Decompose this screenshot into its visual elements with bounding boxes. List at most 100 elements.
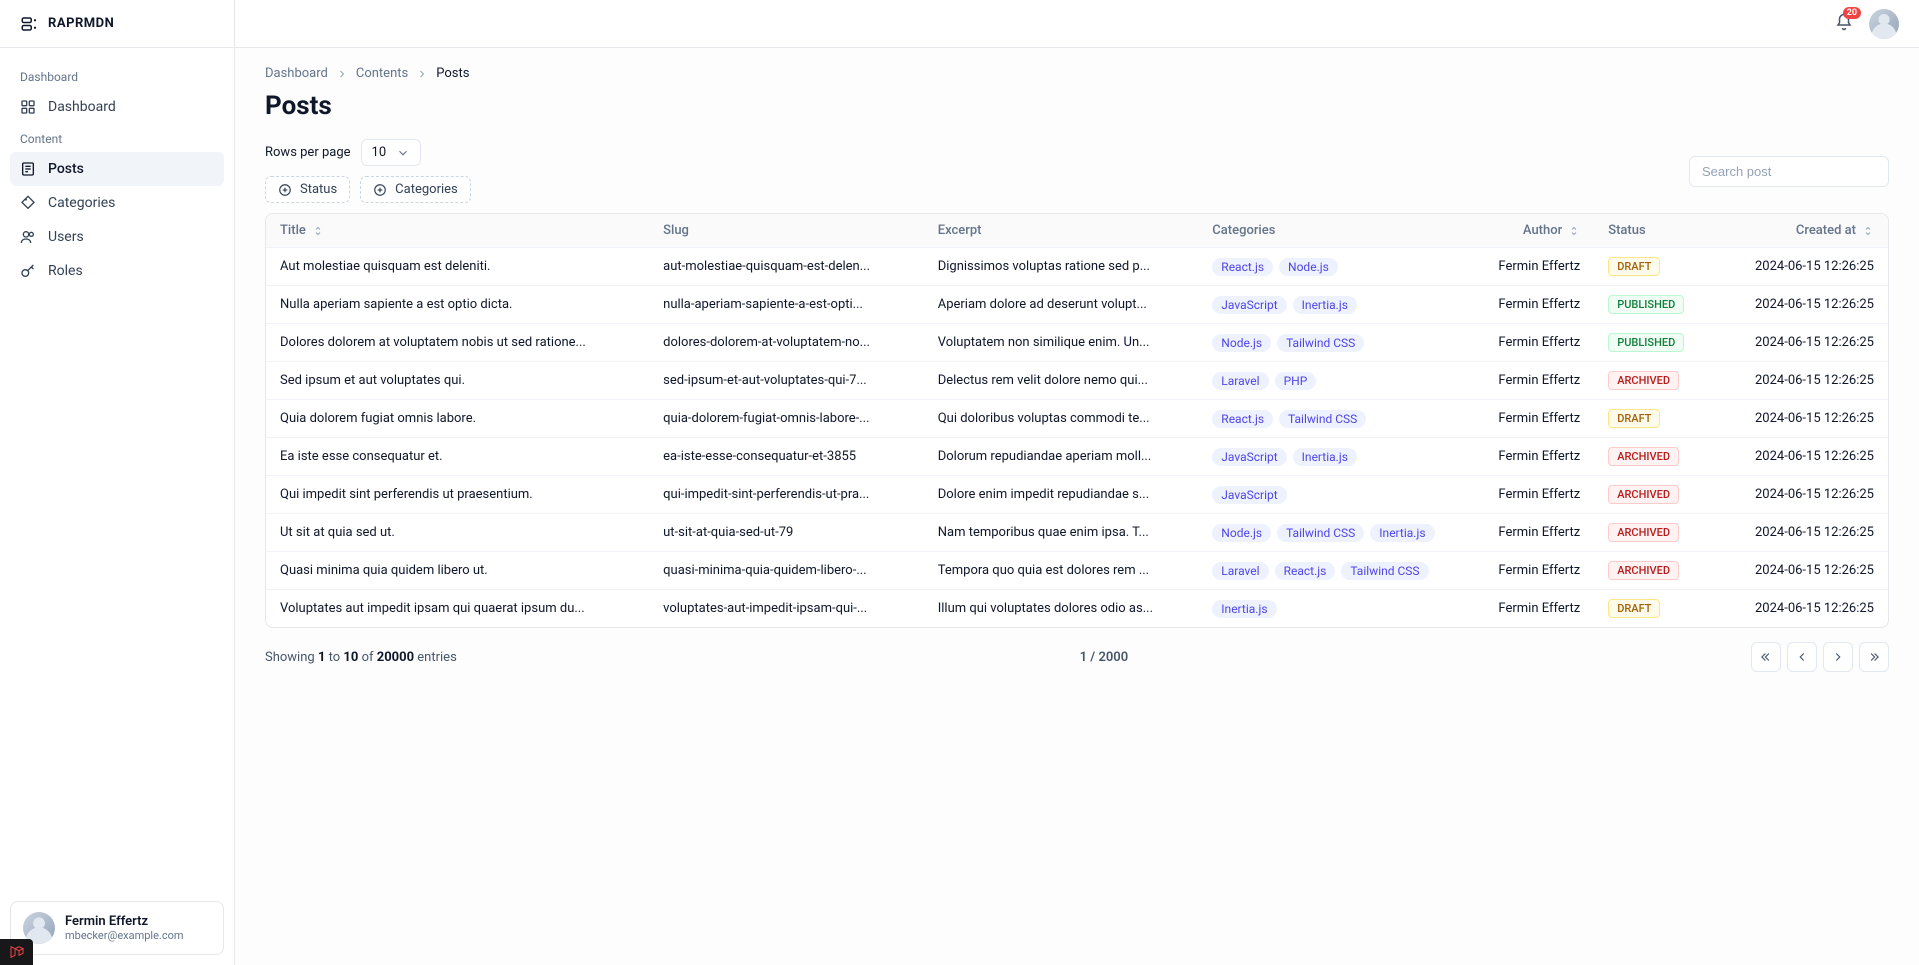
rows-select[interactable]: 10 [361,139,422,166]
cell-author: Fermin Effertz [1479,400,1594,438]
table-row[interactable]: Aut molestiae quisquam est deleniti.aut-… [266,248,1888,286]
cell-title: Qui impedit sint perferendis ut praesent… [266,476,649,514]
category-tag: React.js [1275,562,1336,580]
sidebar-item-label: Categories [48,195,115,211]
table-row[interactable]: Sed ipsum et aut voluptates qui.sed-ipsu… [266,362,1888,400]
user-card[interactable]: Fermin Effertz mbecker@example.com [10,901,224,955]
laravel-debugbar-button[interactable] [0,939,33,965]
table-row[interactable]: Ea iste esse consequatur et.ea-iste-esse… [266,438,1888,476]
cell-created: 2024-06-15 12:26:25 [1716,590,1888,628]
category-tag: Tailwind CSS [1279,410,1366,428]
cell-slug: nulla-aperiam-sapiente-a-est-opti... [649,286,924,324]
notifications-count: 20 [1843,7,1861,20]
topbar-avatar[interactable] [1869,9,1899,39]
category-tag: JavaScript [1212,486,1286,504]
cell-title: Sed ipsum et aut voluptates qui. [266,362,649,400]
posts-table: Title Slug Excerpt Categories Author Sta… [265,213,1889,628]
category-tag: Tailwind CSS [1277,524,1364,542]
plus-circle-icon [373,183,387,197]
chevron-right-icon [1831,650,1845,664]
page-prev-button[interactable] [1787,642,1817,672]
cell-status: ARCHIVED [1594,552,1715,590]
col-author-header[interactable]: Author [1523,223,1580,238]
table-row[interactable]: Quasi minima quia quidem libero ut.quasi… [266,552,1888,590]
cell-slug: dolores-dolorem-at-voluptatem-no... [649,324,924,362]
status-badge: ARCHIVED [1608,371,1679,390]
cell-excerpt: Tempora quo quia est dolores rem ... [924,552,1199,590]
filter-status-button[interactable]: Status [265,176,350,203]
col-excerpt-header: Excerpt [924,214,1199,248]
cell-title: Ut sit at quia sed ut. [266,514,649,552]
status-badge: ARCHIVED [1608,447,1679,466]
user-email: mbecker@example.com [65,929,184,942]
cell-excerpt: Nam temporibus quae enim ipsa. T... [924,514,1199,552]
table-row[interactable]: Nulla aperiam sapiente a est optio dicta… [266,286,1888,324]
cell-status: ARCHIVED [1594,362,1715,400]
category-tag: PHP [1275,372,1317,390]
cell-slug: ea-iste-esse-consequatur-et-3855 [649,438,924,476]
search-input[interactable] [1689,156,1889,187]
sidebar-item-roles[interactable]: Roles [10,254,224,288]
cell-categories: JavaScriptInertia.js [1198,286,1479,324]
notifications-button[interactable]: 20 [1835,13,1853,35]
col-title-header[interactable]: Title [280,223,324,238]
cell-excerpt: Dolorum repudiandae aperiam moll... [924,438,1199,476]
table-row[interactable]: Dolores dolorem at voluptatem nobis ut s… [266,324,1888,362]
posts-icon [20,161,36,177]
cell-created: 2024-06-15 12:26:25 [1716,400,1888,438]
sidebar: RAPRMDN DashboardDashboardContentPostsCa… [0,0,235,965]
cell-title: Ea iste esse consequatur et. [266,438,649,476]
cell-title: Dolores dolorem at voluptatem nobis ut s… [266,324,649,362]
cell-excerpt: Dolore enim impedit repudiandae s... [924,476,1199,514]
status-badge: DRAFT [1608,599,1660,618]
cell-title: Voluptates aut impedit ipsam qui quaerat… [266,590,649,628]
col-status-header: Status [1594,214,1715,248]
cell-status: DRAFT [1594,590,1715,628]
breadcrumb-item[interactable]: Contents [356,66,408,81]
table-row[interactable]: Quia dolorem fugiat omnis labore.quia-do… [266,400,1888,438]
cell-excerpt: Aperiam dolore ad deserunt volupt... [924,286,1199,324]
sidebar-item-label: Roles [48,263,83,279]
category-tag: Tailwind CSS [1277,334,1364,352]
sidebar-footer: Fermin Effertz mbecker@example.com [0,891,234,965]
sidebar-item-label: Users [48,229,84,245]
category-tag: Laravel [1212,372,1268,390]
page-last-button[interactable] [1859,642,1889,672]
category-tag: Inertia.js [1212,600,1276,618]
cell-title: Quia dolorem fugiat omnis labore. [266,400,649,438]
category-tag: Inertia.js [1293,296,1357,314]
status-badge: PUBLISHED [1608,295,1684,314]
filter-status-label: Status [300,182,337,197]
table-row[interactable]: Qui impedit sint perferendis ut praesent… [266,476,1888,514]
cell-created: 2024-06-15 12:26:25 [1716,362,1888,400]
brand-name[interactable]: RAPRMDN [48,16,114,31]
table-footer: Showing 1 to 10 of 20000 entries 1 / 200… [265,642,1889,672]
cell-slug: quia-dolorem-fugiat-omnis-labore-... [649,400,924,438]
cell-author: Fermin Effertz [1479,590,1594,628]
table-row[interactable]: Voluptates aut impedit ipsam qui quaerat… [266,590,1888,628]
category-tag: Node.js [1279,258,1338,276]
cell-slug: quasi-minima-quia-quidem-libero-... [649,552,924,590]
roles-icon [20,263,36,279]
col-created-header[interactable]: Created at [1796,223,1874,238]
cell-status: PUBLISHED [1594,286,1715,324]
table-row[interactable]: Ut sit at quia sed ut.ut-sit-at-quia-sed… [266,514,1888,552]
sidebar-item-dashboard[interactable]: Dashboard [10,90,224,124]
laravel-icon [9,944,25,960]
cell-slug: voluptates-aut-impedit-ipsam-qui-... [649,590,924,628]
page-next-button[interactable] [1823,642,1853,672]
chevron-right-icon [336,68,348,80]
sidebar-item-label: Dashboard [48,99,116,115]
cell-title: Quasi minima quia quidem libero ut. [266,552,649,590]
filter-categories-label: Categories [395,182,458,197]
sidebar-item-posts[interactable]: Posts [10,152,224,186]
status-badge: ARCHIVED [1608,561,1679,580]
sidebar-item-categories[interactable]: Categories [10,186,224,220]
cell-author: Fermin Effertz [1479,552,1594,590]
filter-categories-button[interactable]: Categories [360,176,471,203]
cell-author: Fermin Effertz [1479,248,1594,286]
status-badge: ARCHIVED [1608,523,1679,542]
page-first-button[interactable] [1751,642,1781,672]
breadcrumb-item[interactable]: Dashboard [265,66,328,81]
sidebar-item-users[interactable]: Users [10,220,224,254]
